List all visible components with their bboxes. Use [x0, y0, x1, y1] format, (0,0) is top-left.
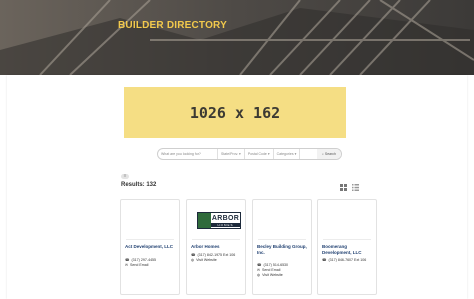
chevron-down-icon: ▾: [267, 152, 270, 156]
builder-card[interactable]: Act Development, LLC ☎ (317) 297-4455 ✉ Se…: [120, 199, 180, 295]
phone-number[interactable]: (317) 846-7607 Ext 106: [328, 258, 366, 263]
hero-banner: BUILDER DIRECTORY: [0, 0, 474, 75]
list-view-icon[interactable]: [352, 184, 359, 191]
builder-contact: ☎ (317) 846-7607 Ext 106: [322, 258, 373, 263]
results-count: Results: 132: [121, 182, 157, 188]
builder-logo-placeholder: [255, 202, 309, 235]
card-divider: [126, 239, 174, 240]
search-input[interactable]: What are you looking for?: [158, 149, 218, 159]
globe-icon: ◍: [257, 273, 261, 277]
grid-view-icon[interactable]: [340, 184, 347, 191]
card-divider: [192, 239, 240, 240]
builder-name[interactable]: Act Development, LLC: [125, 244, 176, 250]
view-toggle: [340, 184, 359, 191]
visit-website-link[interactable]: Visit Website: [262, 273, 283, 278]
visit-website-link[interactable]: Visit Website: [196, 258, 217, 263]
phone-icon: ☎: [322, 258, 327, 262]
hero-background-image: [0, 0, 474, 75]
builder-contact: ☎ (317) 514-6530 ✉ Send Email ◍ Visit Websi…: [257, 263, 308, 278]
logo-subtext: HOMES: [211, 222, 240, 227]
card-divider: [258, 239, 306, 240]
state-select[interactable]: State/Prov. ▾: [218, 149, 245, 159]
builder-name[interactable]: Boomerang Development, LLC: [322, 244, 373, 256]
tree-icon: [198, 213, 211, 228]
builder-card[interactable]: ARBOR HOMES Arbor Homes ☎ (317) 842-1975 …: [186, 199, 246, 295]
search-bar: What are you looking for? State/Prov. ▾ …: [157, 148, 342, 160]
globe-icon: ◍: [191, 258, 195, 262]
builder-card[interactable]: Becley Building Group, Inc. ☎ (317) 514-6…: [252, 199, 312, 295]
builder-logo-placeholder: [320, 202, 374, 235]
builder-logo-area: ARBOR HOMES: [189, 202, 243, 235]
filter-toggle[interactable]: ☰: [121, 174, 129, 179]
page-title: BUILDER DIRECTORY: [118, 20, 227, 31]
ad-banner[interactable]: 1026 x 162: [124, 87, 346, 138]
builder-card[interactable]: Boomerang Development, LLC ☎ (317) 846-76…: [317, 199, 377, 295]
chevron-down-icon: ▾: [294, 152, 297, 156]
categories-select[interactable]: Categories ▾: [274, 149, 301, 159]
builder-logo-placeholder: [123, 202, 177, 235]
search-button[interactable]: ⌕ Search: [316, 149, 341, 159]
builder-name[interactable]: Becley Building Group, Inc.: [257, 244, 308, 256]
search-icon: ⌕: [321, 152, 324, 156]
logo-wordmark: ARBOR: [211, 214, 240, 222]
arbor-homes-logo: ARBOR HOMES: [197, 212, 241, 229]
builder-name[interactable]: Arbor Homes: [191, 244, 242, 250]
send-email-link[interactable]: Send Email: [130, 263, 148, 268]
search-button-label: Search: [324, 152, 336, 156]
builder-contact: ☎ (317) 842-1975 Ext 106 ◍ Visit Website: [191, 253, 242, 263]
state-select-label: State/Prov.: [221, 152, 239, 156]
builder-contact: ☎ (317) 297-4455 ✉ Send Email: [125, 258, 176, 268]
postal-code-label: Postal Code: [247, 152, 267, 156]
card-divider: [323, 239, 371, 240]
email-icon: ✉: [125, 263, 129, 267]
categories-label: Categories: [276, 152, 294, 156]
postal-code-select[interactable]: Postal Code ▾: [245, 149, 274, 159]
chevron-down-icon: ▾: [239, 152, 241, 156]
